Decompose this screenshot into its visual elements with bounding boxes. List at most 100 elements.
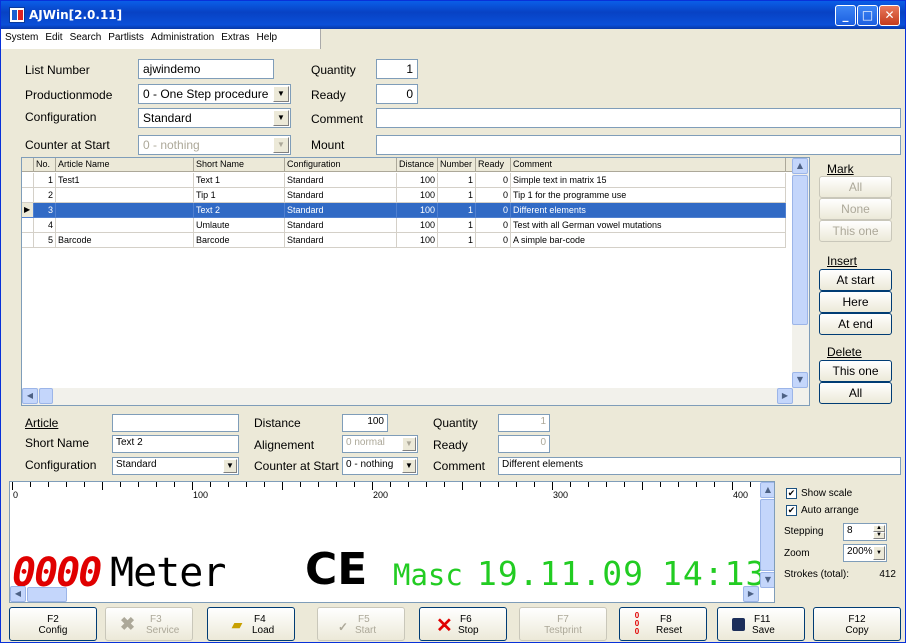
chevron-down-icon[interactable]: ▼ [402, 459, 416, 473]
column-header-article-name[interactable]: Article Name [56, 158, 194, 172]
delete-all-button[interactable]: All [819, 382, 892, 404]
scroll-thumb[interactable] [39, 388, 53, 404]
menu-edit[interactable]: Edit [41, 29, 65, 43]
scroll-down-icon[interactable]: ▼ [760, 572, 774, 588]
ruler-tick [84, 482, 85, 487]
copy-button[interactable]: F12 Copy [813, 607, 901, 641]
detail-quantity-field[interactable]: 1 [498, 414, 550, 432]
cell-no: 3 [34, 203, 56, 218]
scroll-down-icon[interactable]: ▼ [792, 372, 808, 388]
mark-all-button[interactable]: All [819, 176, 892, 198]
title-bar[interactable]: AJWin[2.0.11] _ □ ✕ [1, 1, 905, 29]
article-field[interactable] [112, 414, 239, 432]
cell-comment: Test with all German vowel mutations [511, 218, 786, 233]
cell-config: Standard [285, 173, 397, 188]
testprint-button[interactable]: F7 Testprint [519, 607, 607, 641]
column-header-comment[interactable]: Comment [511, 158, 786, 172]
print-preview[interactable]: 0 100 200 300 400 0000 Meter CE Masc 19.… [9, 481, 775, 603]
ruler-tick [750, 482, 751, 487]
menu-administration[interactable]: Administration [147, 29, 217, 43]
configuration-label: Configuration [25, 110, 97, 124]
spin-down-icon[interactable]: ▼ [873, 532, 885, 539]
scroll-thumb[interactable] [792, 175, 808, 325]
table-row-selected[interactable]: ▶ 3 Text 2 Standard 100 1 0 Different el… [22, 203, 793, 218]
scroll-thumb[interactable] [27, 587, 67, 602]
ready-field[interactable]: 0 [376, 84, 418, 104]
column-header-ready[interactable]: Ready [476, 158, 511, 172]
menu-system[interactable]: System [1, 29, 41, 43]
zoom-select[interactable]: 200% ▼ [843, 544, 887, 562]
ruler-tick [264, 482, 265, 487]
configuration-select[interactable]: Standard ▼ [138, 108, 291, 128]
chevron-down-icon[interactable]: ▼ [873, 546, 885, 560]
testprint-label: Testprint [544, 625, 582, 636]
insert-here-button[interactable]: Here [819, 291, 892, 313]
column-header-short-name[interactable]: Short Name [194, 158, 285, 172]
stop-button[interactable]: ✕ F6 Stop [419, 607, 507, 641]
reset-button[interactable]: 000 F8 Reset [619, 607, 707, 641]
counter-at-start-select[interactable]: 0 - nothing ▼ [138, 135, 291, 155]
scroll-left-icon[interactable]: ◀ [22, 388, 38, 404]
menu-extras[interactable]: Extras [217, 29, 252, 43]
service-button[interactable]: ✖ F3 Service [105, 607, 193, 641]
close-button[interactable]: ✕ [879, 5, 900, 26]
cell-article: Barcode [56, 233, 194, 248]
detail-configuration-select[interactable]: Standard ▼ [112, 457, 239, 475]
scroll-left-icon[interactable]: ◀ [10, 586, 26, 602]
productionmode-select[interactable]: 0 - One Step procedure ▼ [138, 84, 291, 104]
comment-field[interactable] [376, 108, 901, 128]
scroll-up-icon[interactable]: ▲ [760, 482, 774, 498]
cell-comment: Tip 1 for the programme use [511, 188, 786, 203]
auto-arrange-checkbox[interactable]: ✔ [786, 505, 797, 516]
save-button[interactable]: F11 Save [717, 607, 805, 641]
cell-number: 1 [438, 233, 476, 248]
menu-search[interactable]: Search [66, 29, 105, 43]
reset-label: Reset [656, 625, 683, 636]
alignement-select[interactable]: 0 normal ▼ [342, 435, 418, 453]
load-button[interactable]: ▰ F4 Load [207, 607, 295, 641]
chevron-down-icon[interactable]: ▼ [273, 137, 289, 153]
config-button[interactable]: F2 Config [9, 607, 97, 641]
scroll-thumb[interactable] [760, 499, 774, 571]
chevron-down-icon[interactable]: ▼ [223, 459, 237, 473]
chevron-down-icon[interactable]: ▼ [273, 86, 289, 102]
menu-help[interactable]: Help [253, 29, 281, 43]
detail-counter-select[interactable]: 0 - nothing ▼ [342, 457, 418, 475]
menu-partlists[interactable]: Partlists [104, 29, 147, 43]
maximize-button[interactable]: □ [857, 5, 878, 26]
minimize-button[interactable]: _ [835, 5, 856, 26]
mount-field[interactable] [376, 135, 901, 155]
mark-none-button[interactable]: None [819, 198, 892, 220]
distance-field[interactable]: 100 [342, 414, 388, 432]
table-horizontal-scrollbar[interactable]: ◀ ▶ [22, 388, 809, 405]
table-row[interactable]: 4 Umlaute Standard 100 1 0 Test with all… [22, 218, 793, 233]
start-button[interactable]: ✓ F5 Start [317, 607, 405, 641]
table-vertical-scrollbar[interactable]: ▲ ▼ [792, 158, 809, 389]
detail-ready-field[interactable]: 0 [498, 435, 550, 453]
delete-this-one-button[interactable]: This one [819, 360, 892, 382]
table-row[interactable]: 2 Tip 1 Standard 100 1 0 Tip 1 for the p… [22, 188, 793, 203]
scroll-right-icon[interactable]: ▶ [743, 586, 759, 602]
cell-no: 1 [34, 173, 56, 188]
list-number-field[interactable]: ajwindemo [138, 59, 274, 79]
insert-at-start-button[interactable]: At start [819, 269, 892, 291]
scroll-up-icon[interactable]: ▲ [792, 158, 808, 174]
mark-this-one-button[interactable]: This one [819, 220, 892, 242]
short-name-field[interactable]: Text 2 [112, 435, 239, 453]
chevron-down-icon[interactable]: ▼ [402, 437, 416, 451]
show-scale-checkbox[interactable]: ✔ [786, 488, 797, 499]
ruler-tick [210, 482, 211, 487]
chevron-down-icon[interactable]: ▼ [273, 110, 289, 126]
quantity-field[interactable]: 1 [376, 59, 418, 79]
column-header-no[interactable]: No. [34, 158, 56, 172]
stepping-field[interactable]: 8 ▲ ▼ [843, 523, 887, 541]
insert-at-end-button[interactable]: At end [819, 313, 892, 335]
detail-comment-field[interactable]: Different elements [498, 457, 901, 475]
table-row[interactable]: 1 Test1 Text 1 Standard 100 1 0 Simple t… [22, 173, 793, 188]
table-row[interactable]: 5 Barcode Barcode Standard 100 1 0 A sim… [22, 233, 793, 248]
spin-up-icon[interactable]: ▲ [873, 525, 885, 532]
column-header-number[interactable]: Number [438, 158, 476, 172]
column-header-distance[interactable]: Distance [397, 158, 438, 172]
scroll-right-icon[interactable]: ▶ [777, 388, 793, 404]
column-header-configuration[interactable]: Configuration [285, 158, 397, 172]
